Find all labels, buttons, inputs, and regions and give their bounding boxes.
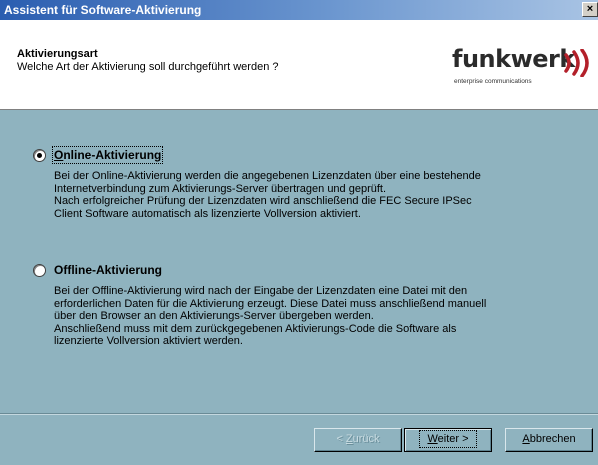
close-icon: × bbox=[586, 3, 594, 15]
offline-activation-radio[interactable] bbox=[33, 264, 46, 277]
cancel-button[interactable]: Abbrechen bbox=[505, 428, 593, 452]
close-button[interactable]: × bbox=[582, 2, 598, 17]
online-activation-description: Bei der Online-Aktivierung werden die an… bbox=[54, 170, 481, 220]
logo-tagline: enterprise communications bbox=[454, 78, 532, 85]
activation-wizard-window: Assistent für Software-Aktivierung × Akt… bbox=[0, 0, 598, 465]
online-activation-radio[interactable] bbox=[33, 149, 46, 162]
next-button[interactable]: Weiter > bbox=[404, 428, 492, 452]
offline-activation-description: Bei der Offline-Aktivierung wird nach de… bbox=[54, 285, 487, 347]
online-activation-label[interactable]: Online-Aktivierung bbox=[51, 146, 164, 164]
page-title: Aktivierungsart bbox=[17, 48, 98, 60]
funkwerk-logo: funkwerk enterprise communications bbox=[452, 45, 597, 95]
signal-waves-icon bbox=[564, 49, 589, 77]
title-bar: Assistent für Software-Aktivierung × bbox=[0, 0, 598, 20]
radio-selected-dot bbox=[37, 153, 42, 158]
back-button[interactable]: < Zurück bbox=[314, 428, 402, 452]
online-activation-label-text: Online-Aktivierung bbox=[51, 146, 164, 164]
offline-activation-label[interactable]: Offline-Aktivierung bbox=[54, 263, 162, 277]
page-subtitle: Welche Art der Aktivierung soll durchgef… bbox=[17, 61, 279, 73]
window-title: Assistent für Software-Aktivierung bbox=[4, 3, 202, 17]
wizard-header: Aktivierungsart Welche Art der Aktivieru… bbox=[0, 20, 598, 110]
footer-separator bbox=[0, 413, 598, 415]
logo-wordmark: funkwerk bbox=[452, 45, 575, 73]
